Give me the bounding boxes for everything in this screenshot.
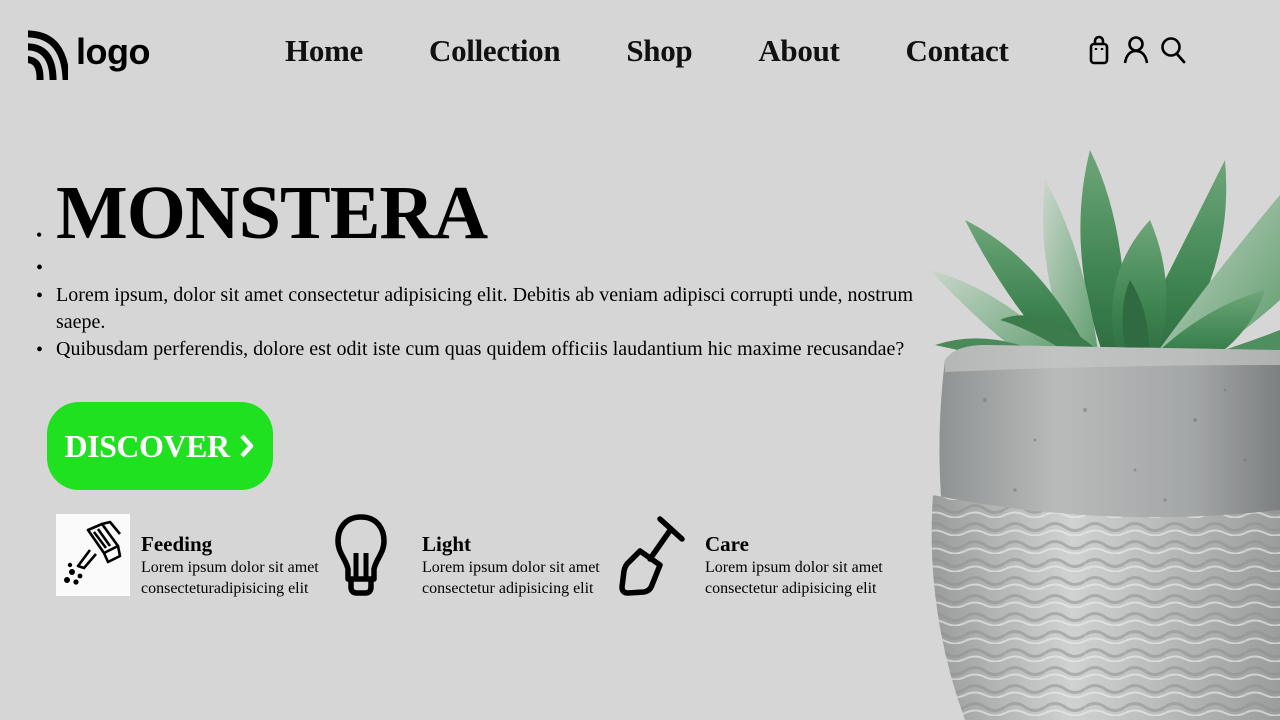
nav-collection[interactable]: Collection (429, 33, 561, 69)
nav-home[interactable]: Home (285, 33, 363, 69)
main-nav: Home Collection Shop About Contact (285, 33, 1009, 69)
feature-feeding: Feeding Lorem ipsum dolor sit amet conse… (56, 514, 321, 599)
feature-light: Light Lorem ipsum dolor sit amet consect… (324, 514, 602, 599)
user-icon[interactable] (1123, 34, 1149, 66)
feature-description: Lorem ipsum dolor sit amet consectetur a… (422, 559, 600, 597)
feature-title: Feeding (141, 532, 213, 556)
light-bulb-icon (324, 514, 398, 596)
nav-shop[interactable]: Shop (626, 33, 692, 69)
feature-description: Lorem ipsum dolor sit amet consectetur a… (705, 559, 883, 597)
hero-content: MONSTERA Lorem ipsum, dolor sit amet con… (36, 168, 936, 363)
succulent-plant-image (930, 150, 1280, 720)
shopping-bag-icon[interactable] (1086, 34, 1112, 66)
hero-paragraph-line: Quibusdam perferendis, dolore est odit i… (36, 336, 936, 363)
feature-care: Care Lorem ipsum dolor sit amet consecte… (616, 514, 885, 599)
shovel-icon (616, 514, 690, 596)
hero-paragraph-line: Lorem ipsum, dolor sit amet consectetur … (36, 282, 936, 336)
feature-title: Light (422, 532, 472, 556)
nav-about[interactable]: About (758, 33, 840, 69)
rss-logo-icon (28, 30, 68, 80)
feature-description: Lorem ipsum dolor sit amet consecteturad… (141, 559, 319, 597)
hero-title-item: MONSTERA (36, 168, 936, 258)
chevron-right-icon (239, 433, 255, 459)
hero-empty-item (36, 258, 936, 282)
header-icons (1086, 34, 1186, 66)
hero-title: MONSTERA (56, 171, 488, 255)
nav-contact[interactable]: Contact (906, 33, 1009, 69)
logo-text: logo (76, 31, 150, 72)
discover-button-label: DISCOVER (64, 427, 230, 464)
landing-page: logo Home Collection Shop About Contact (0, 0, 1280, 720)
discover-button[interactable]: DISCOVER (47, 402, 273, 490)
feature-title: Care (705, 532, 749, 556)
search-icon[interactable] (1160, 34, 1186, 66)
watering-can-icon (56, 514, 130, 596)
logo[interactable]: logo (28, 30, 150, 80)
